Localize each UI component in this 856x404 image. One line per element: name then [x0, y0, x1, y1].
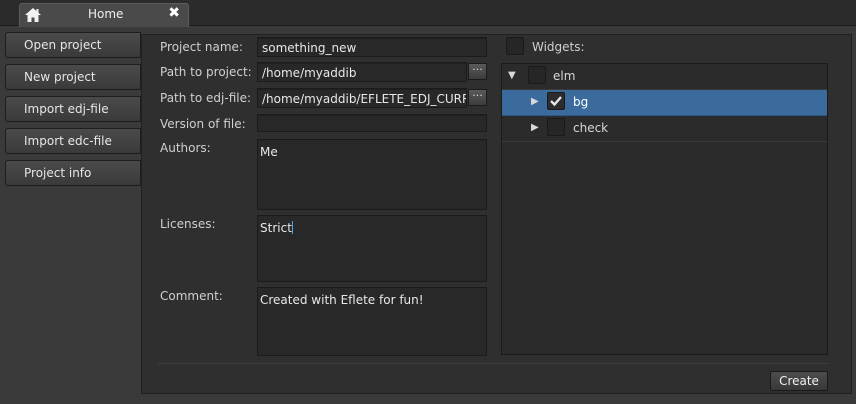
authors-textarea[interactable]: Me [257, 139, 487, 210]
project-name-input[interactable]: something_new [257, 37, 487, 57]
browse-edj-button[interactable]: ··· [468, 89, 487, 106]
project-name-label: Project name: [160, 40, 243, 54]
authors-label: Authors: [160, 141, 211, 155]
widgets-label: Widgets: [532, 40, 585, 54]
import-edj-button[interactable]: Import edj-file [5, 96, 141, 122]
version-input[interactable] [257, 114, 487, 132]
licenses-label: Licenses: [160, 217, 216, 231]
separator [158, 363, 828, 364]
version-label: Version of file: [160, 117, 246, 131]
elm-checkbox[interactable] [528, 66, 546, 84]
home-icon [24, 6, 42, 24]
import-edc-button[interactable]: Import edc-file [5, 128, 141, 154]
tree-item-label: elm [553, 69, 576, 83]
close-icon[interactable]: ✖ [168, 5, 180, 21]
create-button[interactable]: Create [770, 371, 828, 391]
checkmark-icon [550, 96, 562, 107]
licenses-textarea[interactable]: Strict [257, 215, 487, 282]
check-checkbox[interactable] [547, 118, 565, 136]
comment-textarea[interactable]: Created with Eflete for fun! [257, 287, 487, 356]
project-info-button[interactable]: Project info [5, 160, 141, 186]
widgets-tree: ▼ elm ▶ bg ▶ check [501, 63, 828, 355]
licenses-text: Strict [260, 221, 292, 235]
text-cursor [291, 221, 293, 234]
open-project-button[interactable]: Open project [5, 32, 141, 58]
path-to-project-input[interactable]: /home/myaddib [257, 62, 467, 82]
expanded-arrow-icon[interactable]: ▼ [508, 70, 516, 81]
bg-checkbox[interactable] [547, 92, 565, 110]
tab-label: Home [88, 7, 124, 21]
browse-project-button[interactable]: ··· [468, 63, 487, 80]
tree-item-label: check [573, 121, 609, 135]
collapsed-arrow-icon[interactable]: ▶ [531, 96, 539, 107]
path-to-project-label: Path to project: [160, 65, 252, 79]
tree-item-check[interactable]: ▶ check [502, 116, 827, 142]
tab-home[interactable]: Home ✖ [19, 3, 189, 27]
comment-label: Comment: [160, 289, 223, 303]
widgets-checkbox[interactable] [506, 37, 524, 55]
path-to-edj-input[interactable]: /home/myaddib/EFLETE_EDJ_CURRE [257, 88, 467, 108]
tree-item-elm[interactable]: ▼ elm [502, 64, 827, 90]
tree-item-bg[interactable]: ▶ bg [502, 90, 827, 116]
tree-item-label: bg [573, 95, 589, 109]
collapsed-arrow-icon[interactable]: ▶ [531, 122, 539, 133]
new-project-button[interactable]: New project [5, 64, 141, 90]
path-to-edj-label: Path to edj-file: [160, 91, 252, 105]
